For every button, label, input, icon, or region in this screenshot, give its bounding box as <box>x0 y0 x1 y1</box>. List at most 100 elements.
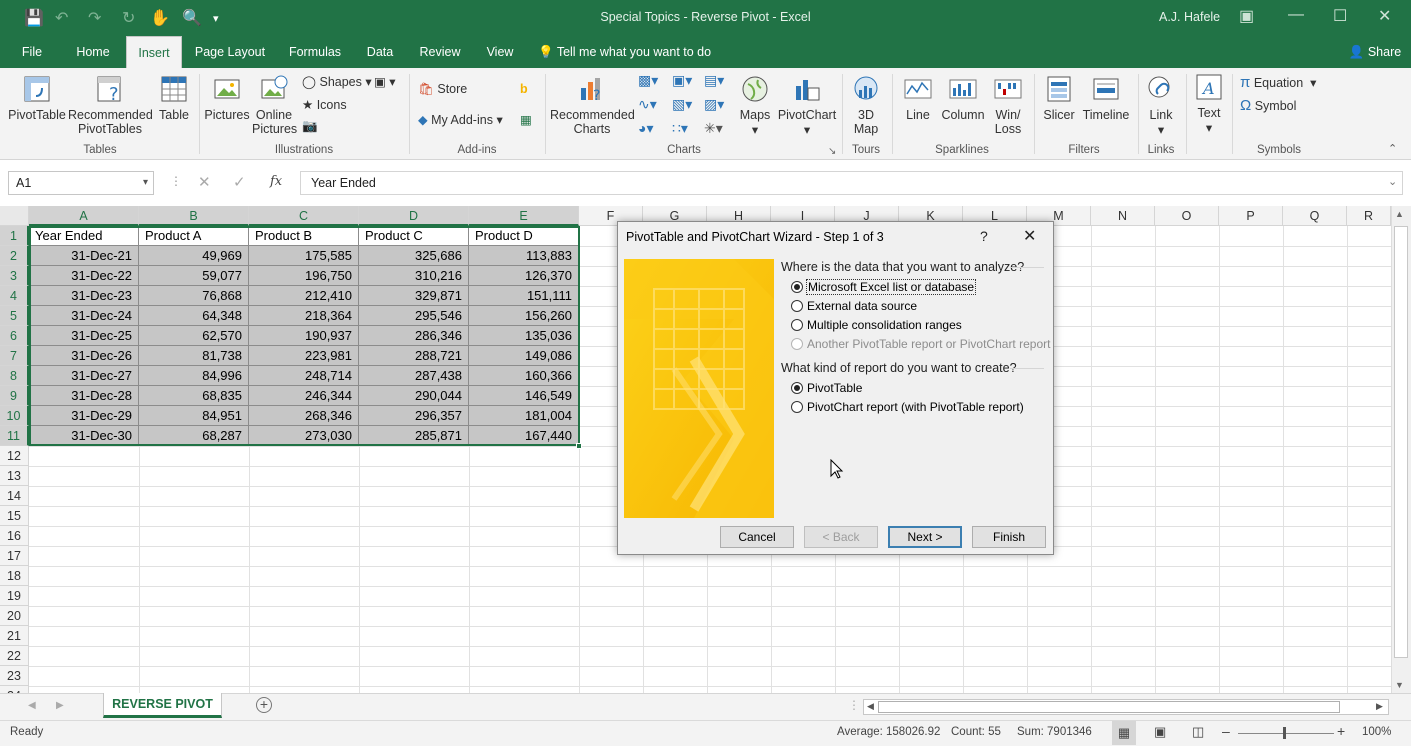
data-cell[interactable]: 49,969 <box>139 246 249 266</box>
row-header[interactable]: 19 <box>0 586 29 606</box>
data-cell[interactable]: 31-Dec-23 <box>29 286 139 306</box>
people-graph-icon[interactable]: ▦ <box>520 112 532 127</box>
close-icon[interactable]: ✕ <box>1378 6 1391 26</box>
symbol-button[interactable]: Ω Symbol <box>1240 97 1296 114</box>
status-sum[interactable]: Sum: 7901346 <box>1017 726 1092 738</box>
collapse-ribbon-icon[interactable]: ⌃ <box>1388 142 1397 155</box>
column-chart-icon[interactable]: ▩▾ <box>638 72 658 89</box>
data-cell[interactable]: 196,750 <box>249 266 359 286</box>
status-average[interactable]: Average: 158026.92 <box>837 726 940 738</box>
shapes-button[interactable]: ◯ Shapes ▾ <box>302 74 372 89</box>
tell-me-box[interactable]: 💡 Tell me what you want to do <box>538 36 718 68</box>
row-header[interactable]: 12 <box>0 446 29 466</box>
data-cell[interactable]: 285,871 <box>359 426 469 446</box>
data-cell[interactable]: 310,216 <box>359 266 469 286</box>
radio-consolidation[interactable] <box>791 319 803 331</box>
radio-pivottable[interactable] <box>791 382 803 394</box>
radio-pivotchart[interactable] <box>791 401 803 413</box>
radar-chart-icon[interactable]: ✳▾ <box>704 120 723 137</box>
vertical-scrollbar[interactable]: ▲ ▼ <box>1391 206 1411 693</box>
fill-handle[interactable] <box>576 443 582 449</box>
pie-chart-icon[interactable]: ◕▾ <box>638 120 653 137</box>
header-cell[interactable]: Product D <box>469 226 579 246</box>
line-chart-icon[interactable]: ∿▾ <box>638 96 657 113</box>
tab-data[interactable]: Data <box>362 36 398 68</box>
data-cell[interactable]: 268,346 <box>249 406 359 426</box>
select-all-corner[interactable] <box>0 206 29 226</box>
name-box[interactable]: A1 ▾ <box>8 171 154 195</box>
row-header[interactable]: 22 <box>0 646 29 666</box>
sparkline-column-button[interactable]: Column <box>940 74 986 122</box>
data-cell[interactable]: 212,410 <box>249 286 359 306</box>
data-cell[interactable]: 31-Dec-22 <box>29 266 139 286</box>
data-cell[interactable]: 135,036 <box>469 326 579 346</box>
equation-button[interactable]: π Equation ▾ <box>1240 74 1316 91</box>
scroll-up-icon[interactable]: ▲ <box>1395 209 1404 219</box>
column-header[interactable]: Q <box>1283 206 1347 226</box>
data-cell[interactable]: 84,951 <box>139 406 249 426</box>
row-header[interactable]: 16 <box>0 526 29 546</box>
cancel-entry-icon[interactable]: ✕ <box>198 173 211 191</box>
page-layout-view-icon[interactable]: ▣ <box>1154 724 1166 740</box>
data-cell[interactable]: 290,044 <box>359 386 469 406</box>
screenshot-button[interactable]: 📷 <box>302 119 318 134</box>
data-cell[interactable]: 181,004 <box>469 406 579 426</box>
data-cell[interactable]: 113,883 <box>469 246 579 266</box>
data-cell[interactable]: 190,937 <box>249 326 359 346</box>
data-cell[interactable]: 246,344 <box>249 386 359 406</box>
row-header[interactable]: 11 <box>0 426 29 446</box>
link-button[interactable]: Link ▾ <box>1142 74 1180 137</box>
header-cell[interactable]: Year Ended <box>29 226 139 246</box>
zoom-level[interactable]: 100% <box>1362 726 1391 738</box>
row-header[interactable]: 18 <box>0 566 29 586</box>
icons-button[interactable]: ★ Icons <box>302 97 347 112</box>
radio-excel-list-label[interactable]: Microsoft Excel list or database <box>805 279 977 295</box>
data-cell[interactable]: 175,585 <box>249 246 359 266</box>
data-cell[interactable]: 223,981 <box>249 346 359 366</box>
data-cell[interactable]: 31-Dec-27 <box>29 366 139 386</box>
combo-chart-icon[interactable]: ▨▾ <box>704 96 724 113</box>
row-header[interactable]: 5 <box>0 306 29 326</box>
pictures-button[interactable]: Pictures <box>204 74 250 122</box>
zoom-slider[interactable] <box>1238 733 1334 734</box>
hierarchy-chart-icon[interactable]: ▣▾ <box>672 72 692 89</box>
next-sheet-icon[interactable]: ▶ <box>56 700 64 711</box>
horizontal-scroll-thumb[interactable] <box>878 701 1340 713</box>
row-header[interactable]: 23 <box>0 666 29 686</box>
data-cell[interactable]: 81,738 <box>139 346 249 366</box>
header-cell[interactable]: Product C <box>359 226 469 246</box>
data-cell[interactable]: 126,370 <box>469 266 579 286</box>
data-cell[interactable]: 329,871 <box>359 286 469 306</box>
status-count[interactable]: Count: 55 <box>951 726 1001 738</box>
sparkline-winloss-button[interactable]: Win/ Loss <box>988 74 1028 136</box>
tab-formulas[interactable]: Formulas <box>284 36 346 68</box>
smartart-button[interactable]: ▣ ▾ <box>374 74 396 89</box>
data-cell[interactable]: 31-Dec-30 <box>29 426 139 446</box>
add-sheet-icon[interactable]: + <box>256 697 272 713</box>
row-header[interactable]: 10 <box>0 406 29 426</box>
data-cell[interactable]: 31-Dec-28 <box>29 386 139 406</box>
data-cell[interactable]: 325,686 <box>359 246 469 266</box>
row-header[interactable]: 15 <box>0 506 29 526</box>
radio-consolidation-label[interactable]: Multiple consolidation ranges <box>807 318 962 332</box>
share-button[interactable]: 👤 Share <box>1346 36 1404 68</box>
data-cell[interactable]: 64,348 <box>139 306 249 326</box>
dialog-launcher-icon[interactable]: ↘ <box>828 146 836 157</box>
slicer-button[interactable]: Slicer <box>1040 74 1078 122</box>
data-cell[interactable]: 31-Dec-29 <box>29 406 139 426</box>
sheet-tab-reverse-pivot[interactable]: REVERSE PIVOT <box>103 693 222 718</box>
data-cell[interactable]: 31-Dec-21 <box>29 246 139 266</box>
data-cell[interactable]: 288,721 <box>359 346 469 366</box>
waterfall-chart-icon[interactable]: ▤▾ <box>704 72 724 89</box>
row-header[interactable]: 6 <box>0 326 29 346</box>
confirm-entry-icon[interactable]: ✓ <box>233 173 246 191</box>
zoom-slider-thumb[interactable] <box>1283 727 1286 739</box>
column-header[interactable]: E <box>469 206 579 226</box>
data-cell[interactable]: 296,357 <box>359 406 469 426</box>
dialog-close-icon[interactable]: ✕ <box>1023 226 1036 246</box>
maps-button[interactable]: Maps ▾ <box>738 74 772 137</box>
text-button[interactable]: A Text ▾ <box>1190 72 1228 135</box>
data-cell[interactable]: 68,835 <box>139 386 249 406</box>
row-header[interactable]: 1 <box>0 226 29 246</box>
tab-insert[interactable]: Insert <box>126 36 182 68</box>
